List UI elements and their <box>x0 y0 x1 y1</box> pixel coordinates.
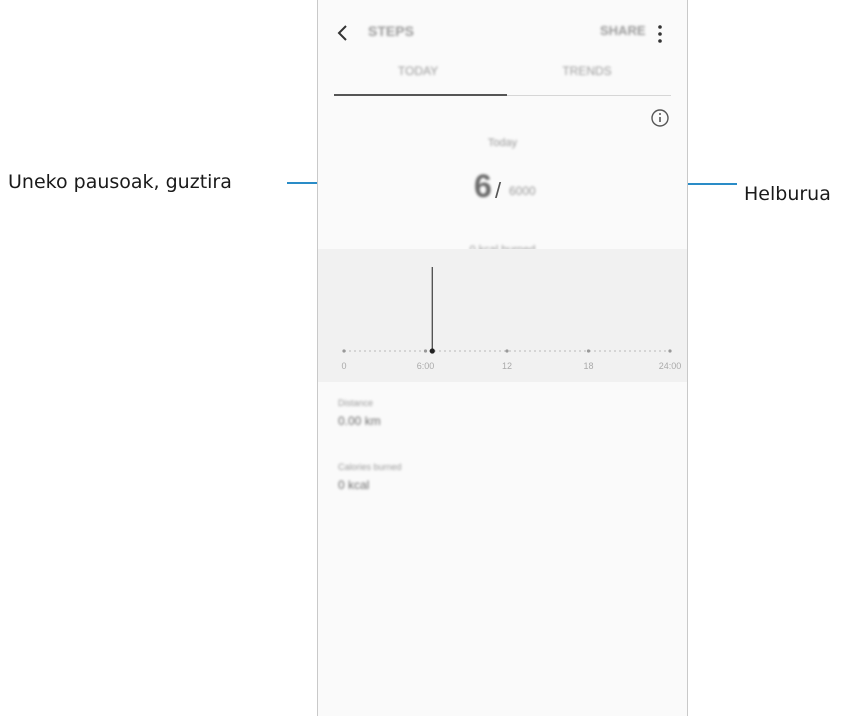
chart-tick-label: 12 <box>502 361 512 371</box>
share-button[interactable]: SHARE <box>600 23 646 38</box>
calories-label: Calories burned <box>338 462 402 472</box>
chart-tick-dot <box>586 349 591 353</box>
callout-goal: Helburua <box>744 183 831 205</box>
page-title: STEPS <box>368 23 414 39</box>
chart-tick-label: 0 <box>341 361 346 371</box>
phone-screen: STEPS SHARE TODAY TRENDS Today 6 / 6000 … <box>317 0 688 716</box>
chart-tick-label: 6:00 <box>417 361 435 371</box>
tab-today[interactable]: TODAY <box>334 64 502 78</box>
calories-value: 0 kcal <box>338 478 370 492</box>
tab-selected-indicator <box>334 94 507 96</box>
chart-tick-dot <box>668 349 672 353</box>
goal-steps-value: 6000 <box>509 184 536 198</box>
callout-current-steps: Uneko pausoak, guztira <box>8 171 232 193</box>
chart-tick-dot <box>342 349 346 353</box>
steps-separator: / <box>495 178 502 203</box>
distance-value: 0.00 km <box>338 414 381 428</box>
app-bar: STEPS SHARE <box>318 14 687 54</box>
current-steps-value: 6 <box>474 168 492 204</box>
steps-chart: 0 6:00 12 18 24:00 <box>318 249 687 382</box>
chart-tick-dot <box>423 349 428 353</box>
chart-tick-label: 24:00 <box>659 361 682 371</box>
back-arrow-icon[interactable] <box>332 20 354 46</box>
period-label: Today <box>487 137 518 149</box>
chart-canvas: 0 6:00 12 18 24:00 <box>341 267 682 371</box>
chart-tick-label: 18 <box>583 361 593 371</box>
chart-peak-point <box>429 348 435 354</box>
info-icon[interactable] <box>650 108 670 128</box>
distance-label: Distance <box>338 398 374 408</box>
tab-trends[interactable]: TRENDS <box>503 64 671 78</box>
tab-bar: TODAY TRENDS <box>334 60 671 96</box>
more-options-icon[interactable] <box>654 22 666 46</box>
chart-tick-dot <box>505 349 509 353</box>
